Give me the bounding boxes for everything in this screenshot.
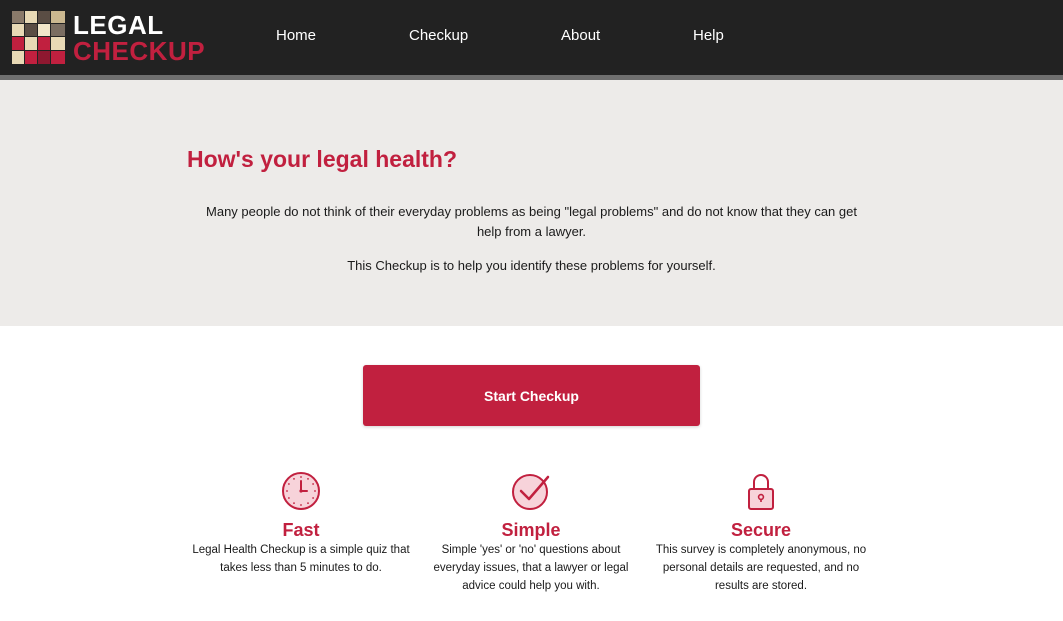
nav-help[interactable]: Help xyxy=(693,27,724,45)
hero-purpose-text: This Checkup is to help you identify the… xyxy=(347,258,716,273)
nav-home[interactable]: Home xyxy=(276,27,316,45)
feature-secure: Secure This survey is completely anonymo… xyxy=(651,471,871,595)
feature-simple: Simple Simple 'yes' or 'no' questions ab… xyxy=(421,471,641,595)
feature-title-simple: Simple xyxy=(501,520,561,540)
feature-fast: Fast Legal Health Checkup is a simple qu… xyxy=(191,471,411,577)
feature-title-fast: Fast xyxy=(282,520,320,540)
feature-desc-secure: This survey is completely anonymous, no … xyxy=(655,544,867,592)
clock-icon xyxy=(282,472,320,510)
logo-text-legal: LEGAL xyxy=(73,10,164,40)
feature-desc-simple: Simple 'yes' or 'no' questions about eve… xyxy=(433,544,629,592)
padlock-icon xyxy=(748,474,774,510)
feature-title-secure: Secure xyxy=(730,520,792,540)
start-checkup-button[interactable]: Start Checkup xyxy=(363,365,700,426)
hero-intro-text: Many people do not think of their everyd… xyxy=(206,204,857,239)
nav-checkup[interactable]: Checkup xyxy=(409,27,468,45)
hero-section: How's your legal health? Many people do … xyxy=(0,80,1063,326)
page-title: How's your legal health? xyxy=(187,146,458,172)
legal-checkup-logo[interactable]: LEGAL CHECKUP xyxy=(12,11,212,65)
nav-about[interactable]: About xyxy=(561,27,600,45)
logo-text-checkup: CHECKUP xyxy=(73,36,206,66)
checkmark-circle-icon xyxy=(512,474,550,510)
feature-desc-fast: Legal Health Checkup is a simple quiz th… xyxy=(192,544,410,574)
site-header: LEGAL CHECKUP Home Checkup About Help xyxy=(0,0,1063,75)
logo-mosaic-icon xyxy=(12,11,65,64)
